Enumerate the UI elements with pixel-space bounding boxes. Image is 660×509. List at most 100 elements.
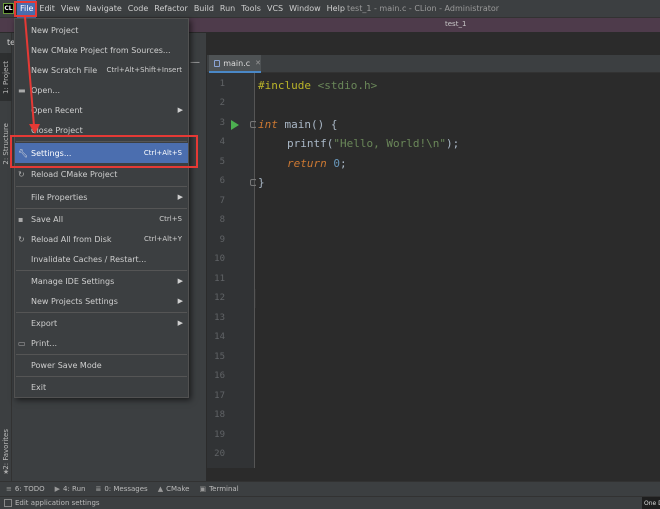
tab-favorites-label: 2: Favorites <box>2 428 10 470</box>
minimize-icon[interactable]: — <box>190 57 200 68</box>
editor-tab-bar: main.c ✕ <box>207 55 660 73</box>
tool-cmake-label: CMake <box>166 485 190 493</box>
line-number: 1 <box>219 79 225 89</box>
menu-item-new-project[interactable]: New Project <box>15 20 188 40</box>
function-call: printf( <box>287 137 334 150</box>
menu-item-invalidate-caches[interactable]: Invalidate Caches / Restart... <box>15 249 188 269</box>
submenu-arrow-icon: ▶ <box>177 277 183 285</box>
nav-project-name[interactable]: test_1 <box>445 20 466 28</box>
line-number: 10 <box>214 254 225 264</box>
line-number: 4 <box>219 137 225 147</box>
status-toggle-icon[interactable] <box>4 499 12 507</box>
save-icon: ▪ <box>18 214 24 224</box>
bottom-tool-bar: ≡ 6: TODO ▶ 4: Run ≣ 0: Messages ▲ CMake ▣ Te… <box>0 481 660 496</box>
code-editor[interactable] <box>256 73 660 468</box>
menu-vcs[interactable]: VCS <box>264 0 286 18</box>
menu-item-new-projects-settings[interactable]: New Projects Settings ▶ <box>15 291 188 311</box>
line-number: 16 <box>214 371 225 381</box>
line-number: 6 <box>219 176 225 186</box>
menu-build[interactable]: Build <box>191 0 217 18</box>
menu-refactor[interactable]: Refactor <box>151 0 191 18</box>
line-number: 17 <box>214 391 225 401</box>
tab-structure-label: 2: Structure <box>2 123 10 165</box>
menu-item-export[interactable]: Export ▶ <box>15 313 188 333</box>
line-number: 15 <box>214 352 225 362</box>
tool-cmake[interactable]: ▲ CMake <box>158 485 190 493</box>
shortcut-label: Ctrl+S <box>159 215 182 223</box>
line-number: 11 <box>214 274 225 284</box>
tool-todo-label: 6: TODO <box>14 485 45 493</box>
terminal-icon: ▣ <box>199 485 207 493</box>
line-number: 13 <box>214 313 225 323</box>
reload-icon: ↻ <box>18 234 25 244</box>
close-icon[interactable]: ✕ <box>255 59 261 67</box>
tool-terminal-label: Terminal <box>209 485 239 493</box>
include-target: <stdio.h> <box>310 79 378 92</box>
menu-help[interactable]: Help <box>324 0 348 18</box>
line-number: 18 <box>214 410 225 420</box>
menu-view[interactable]: View <box>58 0 83 18</box>
code-line-6: } <box>258 176 265 189</box>
shortcut-label: Ctrl+Alt+Shift+Insert <box>106 66 182 74</box>
tool-messages[interactable]: ≣ 0: Messages <box>95 485 147 493</box>
menu-run[interactable]: Run <box>217 0 238 18</box>
menu-item-reload-all[interactable]: ↻ Reload All from Disk Ctrl+Alt+Y <box>15 229 188 249</box>
line-number: 9 <box>219 235 225 245</box>
menu-navigate[interactable]: Navigate <box>83 0 125 18</box>
messages-icon: ≣ <box>95 485 102 493</box>
menu-code[interactable]: Code <box>125 0 151 18</box>
string-literal: "Hello, World!\n" <box>333 137 446 150</box>
tool-run[interactable]: ▶ 4: Run <box>55 485 86 493</box>
tab-project[interactable]: 1: Project <box>0 53 12 101</box>
menu-edit[interactable]: Edit <box>36 0 58 18</box>
status-right-widget[interactable]: One D <box>642 497 660 509</box>
menu-item-file-properties[interactable]: File Properties ▶ <box>15 187 188 207</box>
folder-icon: ▬ <box>18 85 26 95</box>
number-literal: 0 <box>326 157 340 170</box>
line-number: 14 <box>214 332 225 342</box>
menu-item-open-recent[interactable]: Open Recent ▶ <box>15 100 188 120</box>
menu-item-print[interactable]: ▭ Print... <box>15 333 188 353</box>
line-number: 8 <box>219 215 225 225</box>
c-file-icon <box>214 59 221 67</box>
menu-bar: CL File Edit View Navigate Code Refactor… <box>0 0 660 18</box>
menu-item-new-cmake-project[interactable]: New CMake Project from Sources... <box>15 40 188 60</box>
tool-todo[interactable]: ≡ 6: TODO <box>6 485 45 493</box>
annotation-settings-box <box>10 135 198 168</box>
cmake-icon: ▲ <box>157 485 164 493</box>
editor-tab-main-c[interactable]: main.c ✕ <box>209 55 261 73</box>
submenu-arrow-icon: ▶ <box>177 106 183 114</box>
editor-gutter: 1 2 3 4 5 6 7 8 9 10 11 12 13 14 15 16 1… <box>207 73 257 468</box>
submenu-arrow-icon: ▶ <box>177 193 183 201</box>
menu-item-save-all[interactable]: ▪ Save All Ctrl+S <box>15 209 188 229</box>
keyword-int: int <box>258 118 278 131</box>
list-icon: ≡ <box>6 485 12 493</box>
shortcut-label: Ctrl+Alt+Y <box>144 235 182 243</box>
line-number: 7 <box>219 196 225 206</box>
code-line-3: int main() { <box>258 118 337 131</box>
tab-favorites[interactable]: 2: Favorites <box>0 425 12 473</box>
statement-end: ); <box>445 137 460 150</box>
reload-icon: ↻ <box>18 169 25 179</box>
tool-run-label: 4: Run <box>63 485 86 493</box>
line-number: 3 <box>219 118 225 128</box>
menu-tools[interactable]: Tools <box>238 0 264 18</box>
function-signature: main() { <box>277 118 338 131</box>
preprocessor-directive: #include <box>258 79 311 92</box>
star-icon: ★ <box>2 468 10 476</box>
menu-window[interactable]: Window <box>286 0 324 18</box>
submenu-arrow-icon: ▶ <box>177 319 183 327</box>
line-number: 20 <box>214 449 225 459</box>
tool-messages-label: 0: Messages <box>104 485 148 493</box>
tool-terminal[interactable]: ▣ Terminal <box>199 485 238 493</box>
left-tool-strip: 1: Project 2: Structure 2: Favorites ★ <box>0 33 12 481</box>
run-gutter-icon[interactable] <box>231 120 239 130</box>
menu-item-open[interactable]: ▬ Open... <box>15 80 188 100</box>
menu-item-manage-ide-settings[interactable]: Manage IDE Settings ▶ <box>15 271 188 291</box>
code-line-5: return 0; <box>287 157 347 170</box>
menu-item-new-scratch-file[interactable]: New Scratch File Ctrl+Alt+Shift+Insert <box>15 60 188 80</box>
menu-item-power-save-mode[interactable]: Power Save Mode <box>15 355 188 375</box>
menu-item-exit[interactable]: Exit <box>15 377 188 397</box>
status-bar: Edit application settings One D <box>0 496 660 509</box>
tab-project-label: 1: Project <box>2 60 10 94</box>
